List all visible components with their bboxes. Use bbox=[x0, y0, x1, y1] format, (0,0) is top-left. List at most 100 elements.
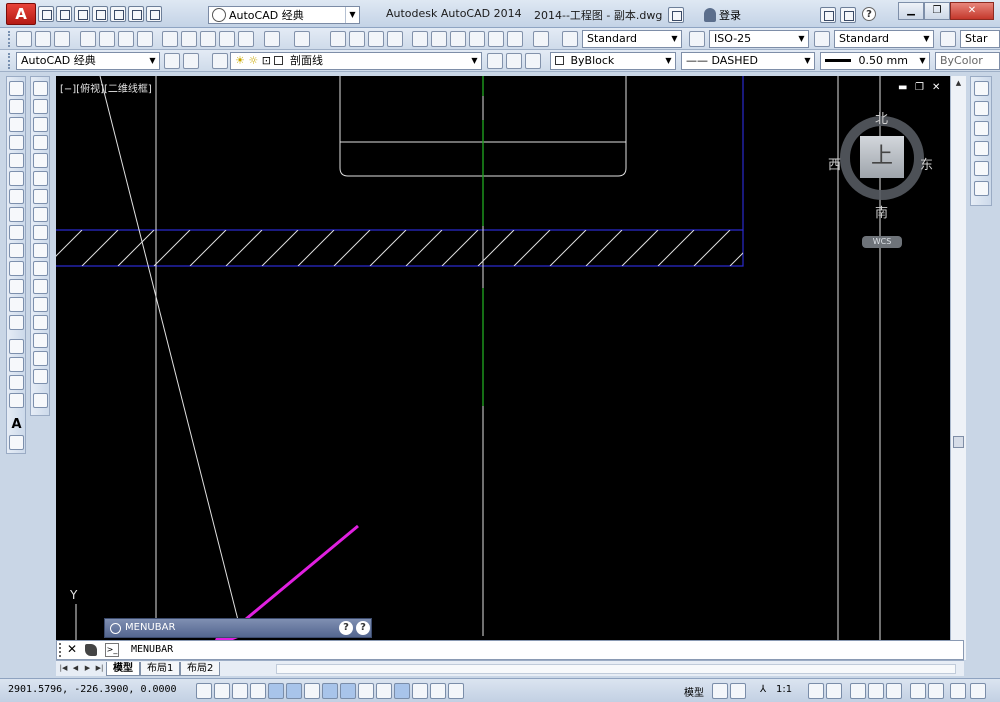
object-snap-icon[interactable] bbox=[286, 683, 302, 699]
chevron-down-icon[interactable]: ▼ bbox=[468, 53, 481, 69]
last-tab-icon[interactable]: ▶| bbox=[94, 663, 105, 674]
redo-icon[interactable] bbox=[146, 6, 162, 22]
vertical-scrollbar[interactable]: ▲ ▼ bbox=[950, 76, 966, 660]
linetype-select[interactable]: —— DASHED ▼ bbox=[681, 52, 815, 70]
lightbulb-icon[interactable] bbox=[928, 683, 944, 699]
text-style-select[interactable]: Standard ▼ bbox=[582, 30, 682, 48]
properties-icon[interactable] bbox=[412, 31, 428, 47]
grid-display-icon[interactable] bbox=[232, 683, 248, 699]
dim-style-icon[interactable] bbox=[689, 31, 705, 47]
bring-above-icon[interactable] bbox=[974, 121, 989, 136]
chevron-down-icon[interactable]: ▼ bbox=[668, 31, 681, 47]
quick-view-layouts-icon[interactable] bbox=[712, 683, 728, 699]
gear-icon[interactable] bbox=[164, 53, 180, 69]
dynamic-ucs-icon[interactable] bbox=[340, 683, 356, 699]
erase-icon[interactable] bbox=[33, 81, 48, 96]
revision-cloud-icon[interactable] bbox=[9, 207, 24, 222]
quickcalc-icon[interactable] bbox=[507, 31, 523, 47]
markup-icon[interactable] bbox=[488, 31, 504, 47]
viewcube-top-face[interactable]: 上 bbox=[860, 136, 904, 178]
maximize-button[interactable]: ❐ bbox=[924, 2, 950, 20]
tab-layout1[interactable]: 布局1 bbox=[140, 662, 181, 676]
hatch-to-back-icon[interactable] bbox=[974, 181, 989, 196]
chevron-down-icon[interactable]: ▼ bbox=[795, 31, 808, 47]
rotate-icon[interactable] bbox=[33, 189, 48, 204]
save-icon[interactable] bbox=[54, 31, 70, 47]
minimize-button[interactable]: ▁ bbox=[898, 2, 924, 20]
text-to-front-icon[interactable] bbox=[974, 161, 989, 176]
chevron-down-icon[interactable]: ▼ bbox=[801, 53, 814, 69]
zoom-previous-icon[interactable] bbox=[387, 31, 403, 47]
help-icon[interactable] bbox=[533, 31, 549, 47]
bring-to-front-icon[interactable] bbox=[974, 81, 989, 96]
tool-palettes-icon[interactable] bbox=[450, 31, 466, 47]
scale-icon[interactable] bbox=[33, 207, 48, 222]
undo-icon[interactable] bbox=[264, 31, 280, 47]
insert-block-icon[interactable] bbox=[9, 279, 24, 294]
multiline-text-icon[interactable]: A bbox=[9, 417, 24, 432]
make-current-layer-icon[interactable] bbox=[487, 53, 503, 69]
explode-icon[interactable] bbox=[33, 393, 48, 408]
annotation-scale-value[interactable]: 1:1 bbox=[776, 684, 792, 695]
new-file-icon[interactable] bbox=[16, 31, 32, 47]
app-menu-button[interactable]: A bbox=[6, 3, 36, 25]
save-as-icon[interactable] bbox=[92, 6, 108, 22]
add-selected-icon[interactable] bbox=[9, 435, 24, 450]
annotation-monitor-icon[interactable] bbox=[448, 683, 464, 699]
arc-icon[interactable] bbox=[9, 171, 24, 186]
move-icon[interactable] bbox=[33, 171, 48, 186]
circle-icon[interactable] bbox=[9, 189, 24, 204]
sheet-set-icon[interactable] bbox=[469, 31, 485, 47]
color-select[interactable]: ByBlock ▼ bbox=[550, 52, 676, 70]
wrench-icon[interactable] bbox=[85, 644, 97, 656]
send-under-icon[interactable] bbox=[974, 141, 989, 156]
command-prompt-icon[interactable]: >_ bbox=[105, 643, 119, 657]
viewport-minimize-icon[interactable]: ▬ bbox=[898, 82, 907, 93]
array-icon[interactable] bbox=[33, 153, 48, 168]
dynamic-input-icon[interactable] bbox=[358, 683, 374, 699]
help-icon[interactable]: ? bbox=[862, 7, 876, 21]
chevron-down-icon[interactable]: ▼ bbox=[662, 53, 675, 69]
chamfer-icon[interactable] bbox=[33, 333, 48, 348]
ellipse-icon[interactable] bbox=[9, 243, 24, 258]
help-icon[interactable]: ? bbox=[339, 621, 353, 635]
trim-icon[interactable] bbox=[33, 243, 48, 258]
snap-mode-icon[interactable] bbox=[214, 683, 230, 699]
region-icon[interactable] bbox=[9, 375, 24, 390]
layer-previous-icon[interactable] bbox=[506, 53, 522, 69]
drawing-canvas[interactable]: [−][俯视][二维线框] ▬ ❐ ✕ 上 北 南 东 西 WCS Y bbox=[56, 76, 950, 660]
lineweight-icon[interactable] bbox=[376, 683, 392, 699]
save-icon[interactable] bbox=[74, 6, 90, 22]
wcs-menu[interactable]: WCS bbox=[862, 236, 902, 248]
blend-curves-icon[interactable] bbox=[33, 369, 48, 384]
viewport-controls-label[interactable]: [−][俯视][二维线框] bbox=[60, 80, 152, 95]
viewcube[interactable]: 上 北 南 东 西 WCS bbox=[828, 106, 933, 256]
compass-south[interactable]: 南 bbox=[875, 202, 888, 221]
table-style-select[interactable]: Standard ▼ bbox=[834, 30, 934, 48]
break-at-point-icon[interactable] bbox=[33, 279, 48, 294]
text-style-icon[interactable] bbox=[562, 31, 578, 47]
break-icon[interactable] bbox=[33, 297, 48, 312]
horizontal-scrollbar[interactable] bbox=[276, 664, 956, 674]
plot-icon[interactable] bbox=[110, 6, 126, 22]
zoom-realtime-icon[interactable] bbox=[349, 31, 365, 47]
transparency-icon[interactable] bbox=[394, 683, 410, 699]
close-icon[interactable]: ✕ bbox=[67, 642, 77, 656]
open-file-icon[interactable] bbox=[35, 31, 51, 47]
zoom-window-icon[interactable] bbox=[368, 31, 384, 47]
tab-model[interactable]: 模型 bbox=[106, 662, 140, 676]
ellipse-arc-icon[interactable] bbox=[9, 261, 24, 276]
chevron-down-icon[interactable]: ▼ bbox=[916, 53, 929, 69]
annotation-visibility-icon[interactable] bbox=[808, 683, 824, 699]
3d-print-icon[interactable] bbox=[137, 31, 153, 47]
open-file-icon[interactable] bbox=[56, 6, 72, 22]
scroll-thumb[interactable] bbox=[953, 436, 964, 448]
extend-icon[interactable] bbox=[33, 261, 48, 276]
command-input[interactable]: MENUBAR bbox=[131, 644, 173, 655]
copy-object-icon[interactable] bbox=[33, 99, 48, 114]
compass-north[interactable]: 北 bbox=[875, 108, 888, 127]
workspace-switching-icon[interactable] bbox=[850, 683, 866, 699]
polar-tracking-icon[interactable] bbox=[268, 683, 284, 699]
multileader-style-select[interactable]: Star bbox=[960, 30, 1000, 48]
annotation-scale-icon[interactable]: ⅄ bbox=[760, 684, 766, 695]
